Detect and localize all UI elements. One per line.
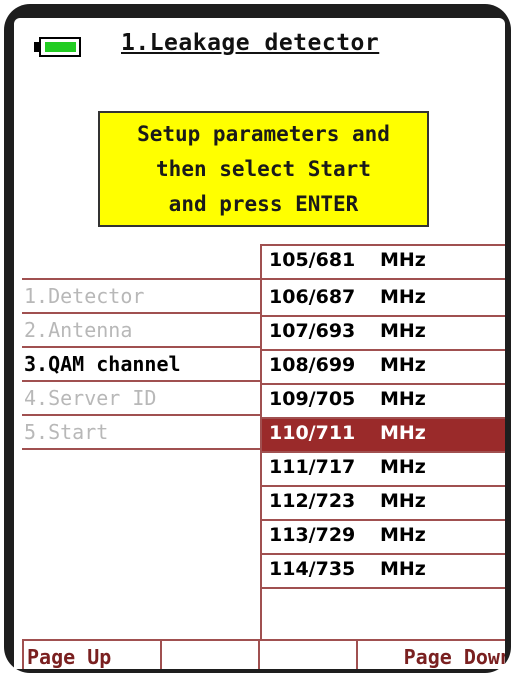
instruction-line-3: and press ENTER [168, 192, 359, 216]
battery-icon [34, 37, 82, 57]
page-title: 1.Leakage detector [121, 30, 380, 56]
frequency-row[interactable]: 110/711 MHz [262, 419, 505, 453]
menu-item-start[interactable]: 5.Start [22, 416, 260, 450]
menu-item-label: 3.QAM channel [24, 352, 181, 376]
frequency-value: 110/711 [269, 422, 356, 444]
frequency-value: 112/723 [269, 490, 356, 512]
frequency-unit: MHz [380, 286, 426, 308]
softkey-3-button[interactable] [260, 641, 358, 669]
instruction-box: Setup parameters and then select Start a… [98, 111, 429, 227]
frequency-row[interactable]: 114/735 MHz [262, 555, 505, 589]
instruction-line-1: Setup parameters and [137, 122, 390, 146]
page-up-button[interactable]: Page Up [22, 641, 162, 669]
softkey-bar: Page Up Page Down [22, 639, 505, 669]
frequency-row[interactable]: 113/729 MHz [262, 521, 505, 555]
menu-item-label: 2.Antenna [24, 318, 133, 342]
frequency-row[interactable]: 108/699 MHz [262, 351, 505, 385]
menu-item-label: 4.Server ID [24, 386, 157, 410]
frequency-unit: MHz [380, 456, 426, 478]
page-down-button[interactable]: Page Down [358, 641, 505, 669]
frequency-unit: MHz [380, 524, 426, 546]
menu-item-server-id[interactable]: 4.Server ID [22, 382, 260, 416]
frequency-value: 113/729 [269, 524, 356, 546]
menu-item-qam-channel[interactable]: 3.QAM channel [22, 348, 260, 382]
device-bezel: 1.Leakage detector Setup parameters and … [0, 0, 515, 677]
frequency-value: 114/735 [269, 558, 356, 580]
menu-item-label: 1.Detector [24, 284, 145, 308]
frequency-value: 105/681 [269, 249, 356, 271]
frequency-row[interactable]: 106/687 MHz [262, 283, 505, 317]
frequency-unit: MHz [380, 558, 426, 580]
frequency-value: 109/705 [269, 388, 356, 410]
frequency-row[interactable]: 109/705 MHz [262, 385, 505, 419]
screen: 1.Leakage detector Setup parameters and … [14, 18, 505, 669]
frequency-value: 108/699 [269, 354, 356, 376]
frequency-unit: MHz [380, 422, 426, 444]
frequency-list[interactable]: 105/681 MHz 106/687 MHz 107/693 MHz 108/699 MHz… [260, 244, 505, 639]
frequency-unit: MHz [380, 388, 426, 410]
menu-item-antenna[interactable]: 2.Antenna [22, 314, 260, 348]
frequency-unit: MHz [380, 354, 426, 376]
frequency-unit: MHz [380, 320, 426, 342]
frequency-row[interactable]: 111/717 MHz [262, 453, 505, 487]
frequency-row[interactable]: 105/681 MHz [262, 244, 505, 280]
battery-body [39, 37, 81, 57]
frequency-value: 106/687 [269, 286, 356, 308]
menu-item-label: 5.Start [24, 420, 109, 444]
instruction-line-2: then select Start [156, 157, 371, 181]
battery-fill [45, 42, 76, 52]
frequency-unit: MHz [380, 249, 426, 271]
menu-item-detector[interactable]: 1.Detector [22, 280, 260, 314]
frequency-row[interactable]: 112/723 MHz [262, 487, 505, 521]
frequency-unit: MHz [380, 490, 426, 512]
softkey-2-button[interactable] [162, 641, 260, 669]
frequency-row[interactable]: 107/693 MHz [262, 317, 505, 351]
frequency-value: 111/717 [269, 456, 356, 478]
frequency-value: 107/693 [269, 320, 356, 342]
